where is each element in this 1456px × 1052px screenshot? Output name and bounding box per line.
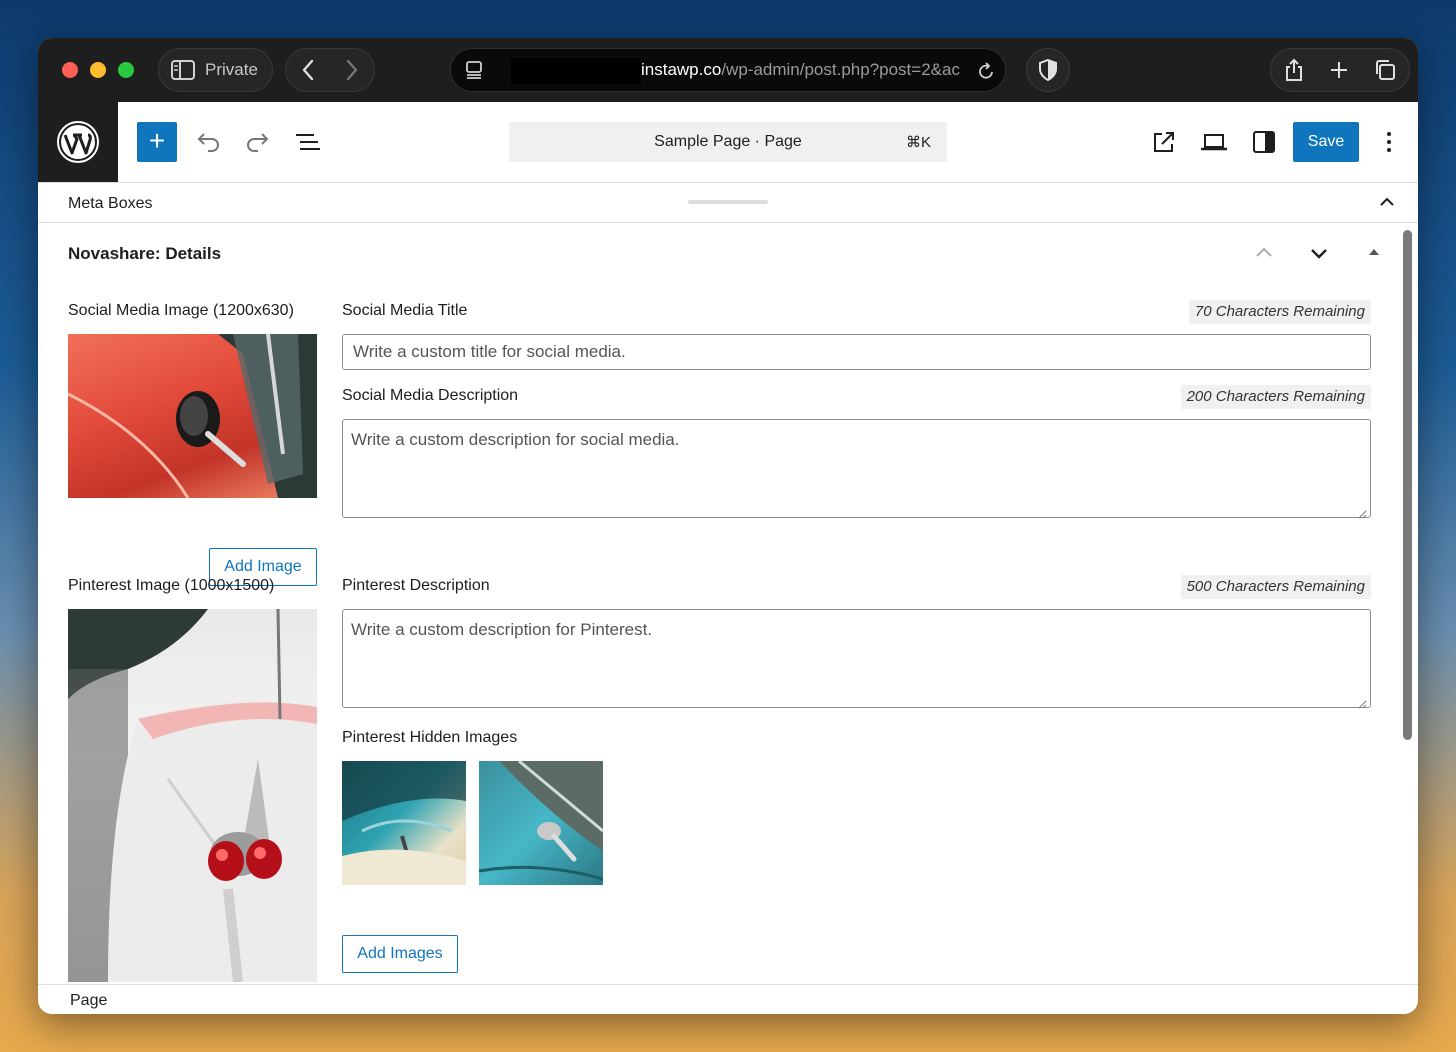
privacy-shield-button[interactable] (1026, 48, 1070, 92)
preview-device-icon[interactable] (1198, 126, 1230, 158)
redo-icon[interactable] (242, 126, 274, 158)
meta-boxes-header[interactable]: Meta Boxes (38, 183, 1418, 223)
move-up-icon[interactable] (1251, 240, 1277, 266)
browser-window: Private instawp.co/wp-admin/post.php?pos… (38, 38, 1418, 1014)
redacted-region (511, 58, 641, 84)
social-image-label: Social Media Image (1200x630) (68, 302, 294, 319)
social-title-placeholder: Write a custom title for social media. (353, 342, 626, 361)
resize-grip-icon[interactable] (1357, 504, 1367, 519)
forward-icon[interactable] (345, 59, 359, 81)
scrollbar-thumb[interactable] (1403, 230, 1412, 740)
pinterest-description-placeholder: Write a custom description for Pinterest… (351, 620, 653, 639)
browser-actions (1270, 48, 1410, 92)
social-description-counter: 200 Characters Remaining (1180, 385, 1371, 409)
resize-grip-icon[interactable] (1357, 694, 1367, 709)
sidebar-icon (171, 60, 195, 80)
hidden-image-thumbnail[interactable] (479, 761, 603, 885)
editor-footer: Page (38, 984, 1418, 1014)
hidden-image-thumbnail[interactable] (342, 761, 466, 885)
social-title-counter: 70 Characters Remaining (1188, 300, 1371, 324)
wordpress-icon (57, 121, 99, 163)
maximize-window-button[interactable] (118, 62, 134, 78)
close-window-button[interactable] (62, 62, 78, 78)
reload-icon[interactable] (977, 61, 995, 81)
new-tab-icon[interactable] (1329, 60, 1349, 80)
command-palette-trigger[interactable]: Sample Page · Page ⌘K (509, 122, 947, 162)
move-down-icon[interactable] (1306, 240, 1332, 266)
pinterest-image (68, 609, 317, 982)
document-title: Sample Page · Page (654, 133, 802, 150)
meta-boxes-label: Meta Boxes (68, 195, 153, 212)
add-images-button[interactable]: Add Images (342, 935, 458, 973)
plus-icon: + (148, 125, 166, 156)
breadcrumb[interactable]: Page (70, 992, 107, 1010)
save-button[interactable]: Save (1293, 122, 1359, 162)
resize-handle[interactable] (688, 200, 768, 204)
back-icon[interactable] (301, 59, 315, 81)
pinterest-description-textarea[interactable]: Write a custom description for Pinterest… (342, 609, 1371, 709)
tab-overview-icon[interactable] (1374, 59, 1396, 81)
navigation-buttons (285, 48, 375, 92)
pinterest-hidden-images-label: Pinterest Hidden Images (342, 729, 518, 746)
shortcut-hint: ⌘K (905, 134, 931, 151)
social-media-image (68, 334, 317, 498)
share-icon[interactable] (1284, 58, 1304, 82)
pinterest-description-label: Pinterest Description (342, 577, 490, 594)
private-label: Private (205, 60, 258, 79)
pinterest-image-label: Pinterest Image (1000x1500) (68, 577, 275, 594)
social-title-input[interactable]: Write a custom title for social media. (342, 334, 1371, 370)
settings-sidebar-icon[interactable] (1248, 126, 1280, 158)
block-inserter-button[interactable]: + (137, 122, 177, 162)
undo-icon[interactable] (192, 126, 224, 158)
collapse-panel-icon[interactable] (1361, 240, 1387, 266)
social-description-textarea[interactable]: Write a custom description for social me… (342, 419, 1371, 519)
chevron-up-icon[interactable] (1376, 191, 1398, 213)
panel-title: Novashare: Details (68, 244, 222, 263)
novashare-details-panel: Novashare: Details Social Media Image (1… (38, 224, 1398, 984)
social-title-label: Social Media Title (342, 302, 468, 319)
editor-toolbar: + Sample Page · Page ⌘K Save (38, 102, 1418, 183)
social-description-label: Social Media Description (342, 387, 519, 404)
page-settings-icon[interactable] (465, 60, 483, 80)
address-bar[interactable]: instawp.co/wp-admin/post.php?post=2&ac (450, 48, 1006, 92)
document-overview-icon[interactable] (292, 126, 324, 158)
private-tab-group[interactable]: Private (158, 48, 273, 92)
options-menu-icon[interactable] (1373, 126, 1405, 158)
pinterest-description-counter: 500 Characters Remaining (1180, 575, 1371, 599)
shield-icon (1039, 59, 1057, 81)
url-text: instawp.co/wp-admin/post.php?post=2&ac (641, 60, 960, 79)
view-page-icon[interactable] (1148, 126, 1180, 158)
social-description-placeholder: Write a custom description for social me… (351, 430, 680, 449)
wordpress-logo[interactable] (38, 102, 118, 182)
browser-toolbar: Private instawp.co/wp-admin/post.php?pos… (38, 38, 1418, 102)
minimize-window-button[interactable] (90, 62, 106, 78)
